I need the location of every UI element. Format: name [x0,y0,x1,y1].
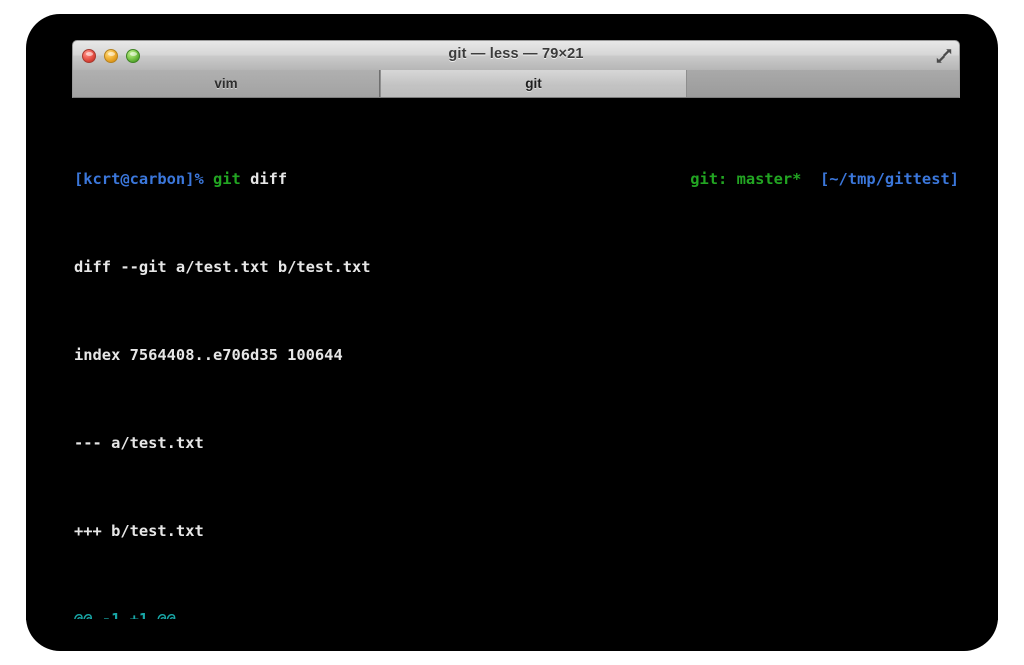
diff-header-text: diff --git a/test.txt b/test.txt [74,258,371,276]
terminal-line-hunk-header: @@ -1 +1 @@ [74,608,960,619]
shell-command-args: diff [240,170,288,188]
shell-right-prompt: git: master* [~/tmp/gittest] [690,168,959,190]
git-branch-indicator: git: master* [690,170,802,188]
diff-from-file-text: --- a/test.txt [74,434,204,452]
expand-arrows-icon[interactable] [933,45,955,67]
screenshot-root: git — less — 79×21 vim git [kcrt@carbon]… [0,0,1024,665]
cwd-indicator: [~/tmp/gittest] [820,170,959,188]
tab-git-label: git [525,76,542,91]
right-prompt-space [801,170,820,188]
terminal-output[interactable]: [kcrt@carbon]% git diff git: master* [~/t… [72,99,960,619]
shell-prompt-userhost: [kcrt@carbon]% [74,170,204,188]
terminal-line-diff-header: diff --git a/test.txt b/test.txt [74,256,960,278]
tab-bar: vim git [72,70,960,98]
terminal-line-to-file: +++ b/test.txt [74,520,960,542]
tab-vim[interactable]: vim [73,70,380,97]
shell-command-name: git [213,170,241,188]
diff-hunk-header-text: @@ -1 +1 @@ [74,610,176,619]
tab-vim-label: vim [214,76,238,91]
diff-index-text: index 7564408..e706d35 100644 [74,346,343,364]
tab-git[interactable]: git [380,70,687,97]
window-titlebar[interactable]: git — less — 79×21 [72,40,960,70]
window-title: git — less — 79×21 [448,46,584,62]
terminal-line-prompt: [kcrt@carbon]% git diff git: master* [~/t… [74,168,960,190]
diff-to-file-text: +++ b/test.txt [74,522,204,540]
prompt-space-1 [204,170,213,188]
terminal-line-index: index 7564408..e706d35 100644 [74,344,960,366]
terminal-line-from-file: --- a/test.txt [74,432,960,454]
tab-bar-filler [687,70,959,97]
